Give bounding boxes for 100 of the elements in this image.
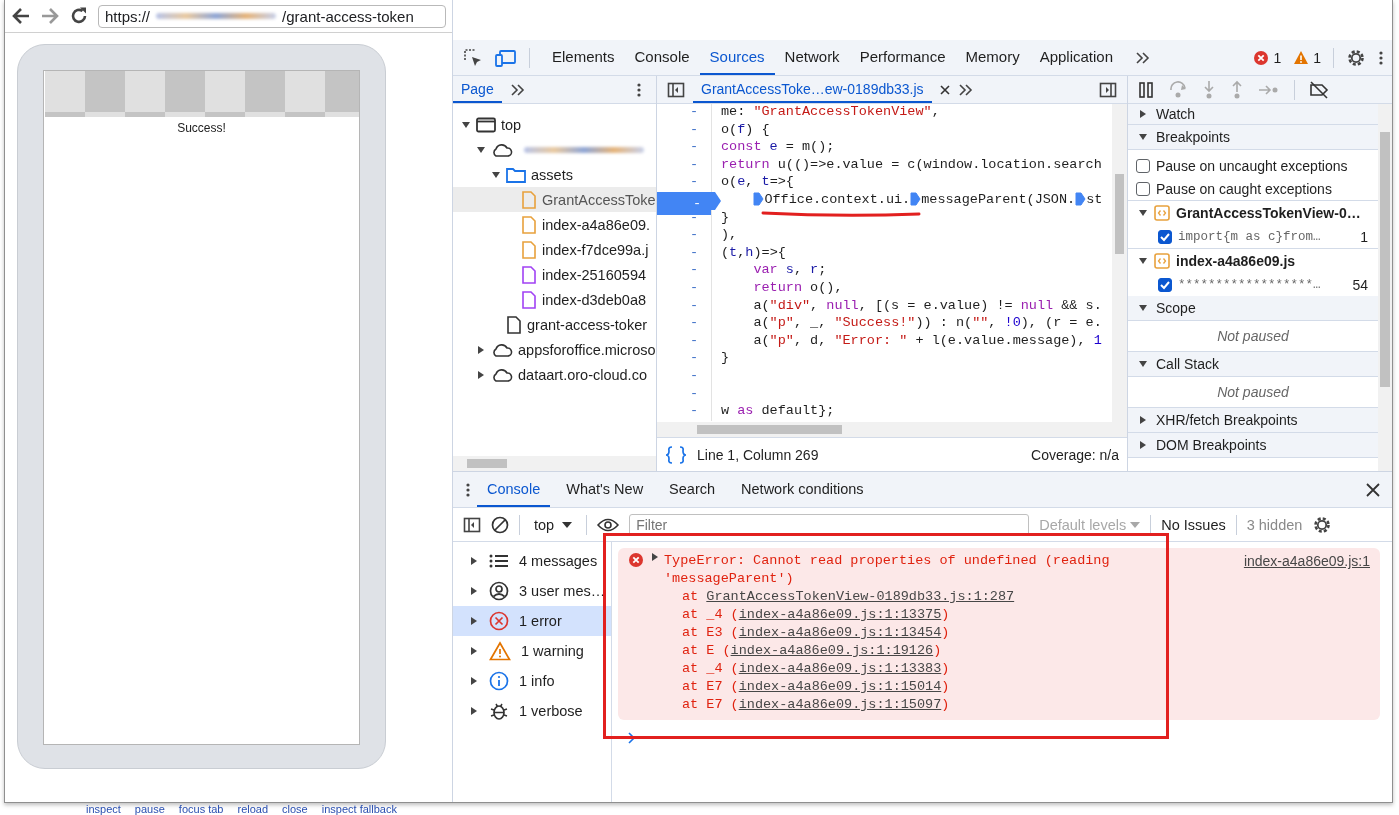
more-options-icon[interactable] bbox=[636, 81, 642, 98]
line-gutter[interactable]: - bbox=[657, 279, 712, 298]
panel-tab[interactable]: Performance bbox=[849, 40, 956, 75]
line-gutter[interactable]: - bbox=[657, 104, 712, 122]
panel-tab[interactable]: Network bbox=[774, 40, 850, 75]
tree-item[interactable]: grant-access-toker bbox=[453, 312, 656, 337]
navigator-toggle-icon[interactable] bbox=[667, 81, 685, 98]
collapsed-caret-icon[interactable] bbox=[469, 676, 479, 686]
line-gutter[interactable]: - bbox=[657, 315, 712, 333]
footer-link[interactable]: reload bbox=[237, 803, 269, 815]
error-count[interactable]: 1 bbox=[1253, 49, 1282, 66]
message-group[interactable]: 1 info bbox=[453, 666, 611, 696]
collapsed-caret-icon[interactable] bbox=[469, 646, 479, 656]
forward-icon[interactable] bbox=[40, 7, 60, 25]
context-dropdown[interactable]: top bbox=[530, 516, 577, 533]
collapsed-caret-icon[interactable] bbox=[650, 552, 660, 562]
source-link[interactable]: index-a4a86e09.js:1:15097 bbox=[738, 697, 942, 712]
tree-item[interactable]: GrantAccessToke bbox=[453, 187, 656, 212]
message-group[interactable]: 1 verbose bbox=[453, 696, 611, 726]
section-header[interactable]: DOM Breakpoints bbox=[1128, 433, 1378, 458]
checkbox[interactable] bbox=[1158, 277, 1172, 292]
expanded-caret-icon[interactable] bbox=[1138, 359, 1148, 369]
scrollbar-thumb[interactable] bbox=[467, 459, 507, 468]
expanded-caret-icon[interactable] bbox=[1138, 132, 1148, 142]
collapsed-caret-icon[interactable] bbox=[476, 369, 486, 380]
source-link[interactable]: index-a4a86e09.js:1:15014 bbox=[738, 679, 942, 694]
collapsed-caret-icon[interactable] bbox=[469, 616, 479, 626]
checkbox[interactable] bbox=[1136, 158, 1150, 173]
section-header[interactable]: Scope bbox=[1128, 296, 1378, 321]
pause-icon[interactable] bbox=[1138, 81, 1154, 98]
line-gutter[interactable]: - bbox=[657, 403, 712, 421]
scrollbar-thumb[interactable] bbox=[1380, 132, 1390, 387]
checkbox-option[interactable]: Pause on uncaught exceptions bbox=[1128, 154, 1378, 177]
tree-item[interactable]: index-25160594 bbox=[453, 262, 656, 287]
checkbox[interactable] bbox=[1158, 229, 1172, 244]
source-link[interactable]: GrantAccessTokenView-0189db33.js:1:287 bbox=[706, 589, 1015, 604]
source-link[interactable]: index-a4a86e09.js:1:13383 bbox=[738, 661, 942, 676]
drawer-tab[interactable]: Network conditions bbox=[731, 472, 874, 507]
source-link[interactable]: index-a4a86e09.js:1 bbox=[1243, 552, 1370, 570]
device-toolbar-icon[interactable] bbox=[495, 48, 517, 67]
breakpoint-item[interactable]: import{m as c}from… 1 bbox=[1128, 225, 1378, 248]
warning-count[interactable]: 1 bbox=[1293, 49, 1321, 66]
more-tabs-icon[interactable] bbox=[1135, 50, 1152, 65]
tree-item[interactable]: top bbox=[453, 112, 656, 137]
breakpoint-file[interactable]: index-a4a86e09.js bbox=[1128, 248, 1378, 273]
breakpoint-file[interactable]: GrantAccessTokenView-0… bbox=[1128, 200, 1378, 225]
scrollbar[interactable] bbox=[1112, 104, 1127, 422]
checkbox[interactable] bbox=[1136, 181, 1150, 196]
more-tabs-icon[interactable] bbox=[509, 82, 526, 97]
drawer-tab[interactable]: Console bbox=[477, 472, 551, 507]
breakpoint-item[interactable]: ******************… 54 bbox=[1128, 273, 1378, 296]
tree-item[interactable]: index-d3deb0a8 bbox=[453, 287, 656, 312]
line-gutter[interactable]: - bbox=[657, 332, 712, 351]
source-link[interactable]: index-a4a86e09.js:1:13375 bbox=[738, 607, 942, 622]
line-gutter[interactable]: - bbox=[657, 121, 712, 140]
line-gutter[interactable]: - bbox=[657, 297, 712, 316]
pretty-print-icon[interactable] bbox=[665, 445, 687, 464]
section-header[interactable]: Call Stack bbox=[1128, 352, 1378, 377]
scrollbar[interactable] bbox=[657, 422, 1127, 437]
panel-tab[interactable]: Memory bbox=[955, 40, 1030, 75]
settings-icon[interactable] bbox=[1312, 514, 1333, 535]
tree-item[interactable]: appsforoffice.microso bbox=[453, 337, 656, 362]
panel-tab[interactable]: Console bbox=[624, 40, 700, 75]
scrollbar[interactable] bbox=[453, 456, 656, 471]
tree-item[interactable]: assets bbox=[453, 162, 656, 187]
more-options-icon[interactable] bbox=[1378, 49, 1384, 66]
tree-item[interactable]: dataart.oro-cloud.co bbox=[453, 362, 656, 387]
close-icon[interactable] bbox=[1366, 482, 1380, 497]
line-gutter[interactable]: - bbox=[657, 209, 712, 228]
filter-field[interactable]: Filter bbox=[629, 513, 1030, 536]
footer-link[interactable]: inspect bbox=[86, 803, 121, 815]
eye-icon[interactable] bbox=[597, 517, 620, 532]
reload-icon[interactable] bbox=[69, 6, 89, 26]
collapsed-caret-icon[interactable] bbox=[1138, 415, 1148, 425]
collapsed-caret-icon[interactable] bbox=[476, 344, 486, 355]
collapsed-caret-icon[interactable] bbox=[1138, 109, 1148, 119]
line-gutter[interactable]: - bbox=[657, 350, 712, 368]
expanded-caret-icon[interactable] bbox=[1138, 303, 1148, 313]
footer-link[interactable]: pause bbox=[134, 803, 165, 815]
expanded-caret-icon[interactable] bbox=[1138, 208, 1148, 218]
message-group[interactable]: 1 error bbox=[453, 606, 611, 636]
drawer-tab[interactable]: Search bbox=[659, 472, 726, 507]
line-gutter[interactable]: - bbox=[657, 227, 712, 245]
line-gutter[interactable]: - bbox=[657, 156, 712, 175]
scrollbar[interactable] bbox=[1378, 104, 1392, 471]
scrollbar-thumb[interactable] bbox=[697, 425, 842, 434]
expanded-caret-icon[interactable] bbox=[476, 144, 486, 155]
message-group[interactable]: 4 messages bbox=[453, 546, 611, 576]
issues-button[interactable]: No Issues bbox=[1161, 516, 1226, 533]
close-icon[interactable] bbox=[939, 84, 950, 95]
line-gutter[interactable]: - bbox=[657, 385, 712, 404]
footer-link[interactable]: inspect fallback bbox=[321, 803, 397, 815]
deactivate-breakpoints-icon[interactable] bbox=[1309, 80, 1329, 99]
line-gutter[interactable]: - bbox=[657, 244, 712, 263]
expanded-caret-icon[interactable] bbox=[491, 169, 501, 180]
url-field[interactable]: https:// /grant-access-token bbox=[98, 4, 446, 28]
drawer-tab[interactable]: What's New bbox=[556, 472, 654, 507]
panel-tab[interactable]: Elements bbox=[542, 40, 625, 75]
checkbox-option[interactable]: Pause on caught exceptions bbox=[1128, 177, 1378, 200]
collapsed-caret-icon[interactable] bbox=[1138, 440, 1148, 450]
